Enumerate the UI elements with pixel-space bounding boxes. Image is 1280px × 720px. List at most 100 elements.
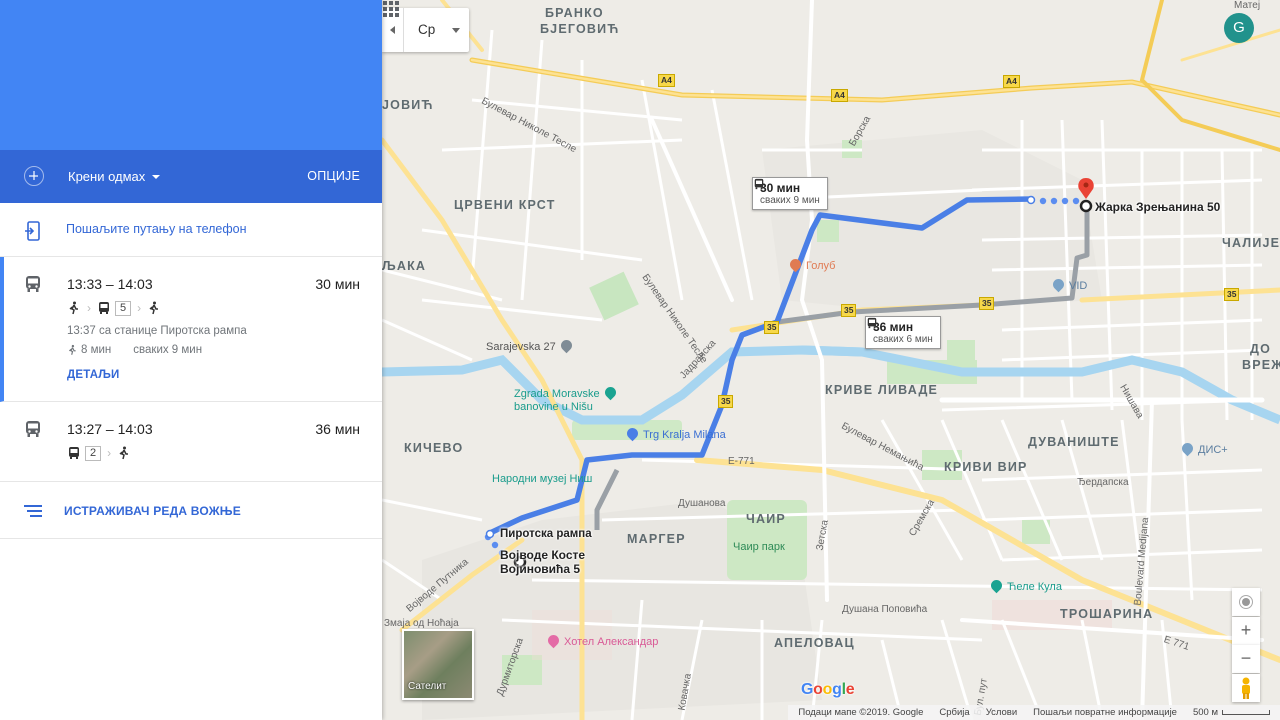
route-option-1[interactable]: 13:33 – 14:03 30 мин › 5 › 13:37 са стан…: [0, 257, 382, 402]
schedule-explorer-row[interactable]: ИСТРАЖИВАЧ РЕДА ВОЖЊЕ: [0, 482, 382, 539]
road-shield-35: 35: [764, 321, 780, 334]
zoom-in-button[interactable]: +: [1232, 617, 1260, 645]
restaurant-pin-icon: [787, 256, 804, 273]
schedule-explorer-icon: [24, 505, 42, 517]
district-label: ЦРВЕНИ КРСТ: [454, 198, 556, 212]
district-label: ДО: [1250, 342, 1272, 356]
bus-icon: [867, 317, 877, 329]
scale-bar: [1222, 710, 1270, 715]
district-label: ЧАИР: [746, 512, 786, 526]
transit-icon: [26, 276, 40, 292]
details-link[interactable]: ДЕТАЉИ: [67, 369, 120, 381]
route-time: 13:33 – 14:03: [67, 276, 153, 292]
depart-now-dropdown[interactable]: Крени одмах: [68, 169, 145, 184]
poi-sarajevska[interactable]: Sarajevska 27: [486, 337, 577, 354]
bus-icon: [754, 178, 764, 190]
add-destination-icon[interactable]: [24, 166, 44, 186]
road-shield-35: 35: [718, 395, 734, 408]
district-label: КРИВИ ВИР: [944, 460, 1028, 474]
poi-trg[interactable]: Trg Kralja Milana: [624, 425, 726, 442]
depart-bar: Крени одмах ОПЦИЈЕ: [0, 150, 382, 203]
map-canvas[interactable]: A4 A4 A4 35 35 35 35 35 БРАНКО БЈЕГОВИЋ …: [382, 0, 1280, 720]
poi-hotel[interactable]: Хотел Александар: [545, 632, 658, 649]
account-avatar[interactable]: G: [1224, 13, 1254, 43]
bus-icon: [69, 447, 79, 459]
schedule-explorer-label[interactable]: ИСТРАЖИВАЧ РЕДА ВОЖЊЕ: [64, 504, 241, 518]
bus-line-badge: 5: [115, 300, 132, 316]
walk-frequency-row: 8 мин сваких 9 мин: [67, 344, 202, 356]
map-data-credit: Подаци мапе ©2019. Google: [798, 707, 924, 718]
send-to-phone-label[interactable]: Пошаљите путању на телефон: [66, 222, 247, 236]
stop-label[interactable]: Пиротска рампа: [500, 527, 592, 541]
satellite-label: Сателит: [408, 681, 447, 692]
route-callout-2[interactable]: 36 мин сваких 6 мин: [865, 316, 941, 349]
shop-pin-icon: [1179, 440, 1196, 457]
highway-shield-a4: A4: [658, 74, 675, 87]
poi-muzej[interactable]: Народни музеј Ниш: [492, 473, 592, 485]
destination-label[interactable]: Жарка Зрењанина 50: [1095, 200, 1220, 214]
district-label: КРИВЕ ЛИВАДЕ: [825, 383, 939, 397]
district-label: ТРОШАРИНА: [1060, 607, 1154, 621]
street-label: Матеј: [1234, 0, 1261, 11]
satellite-toggle[interactable]: Сателит: [402, 629, 474, 700]
apps-grid-icon[interactable]: [382, 0, 400, 18]
street-label: Ђердапска: [1077, 477, 1129, 488]
origin-label[interactable]: Војводе Косте Војиновића 5: [500, 548, 585, 576]
zoom-out-button[interactable]: −: [1232, 645, 1260, 673]
poi-dis[interactable]: ДИС+: [1179, 440, 1228, 457]
poi-golub[interactable]: Голуб: [787, 256, 835, 273]
street-label: Душанова: [678, 498, 726, 509]
district-label: АПЕЛОВАЦ: [774, 636, 855, 650]
walk-icon: [149, 301, 159, 315]
bus-line-badge: 2: [85, 445, 102, 461]
road-shield-35: 35: [979, 297, 995, 310]
landmark-pin-icon: [988, 577, 1005, 594]
route-frequency: сваких 9 мин: [133, 344, 203, 356]
poi-cele-kula[interactable]: Ћеле Кула: [988, 577, 1062, 594]
poi-vid[interactable]: VID: [1050, 276, 1087, 293]
district-label: БЈЕГОВИЋ: [540, 22, 620, 36]
walk-icon: [69, 301, 78, 315]
map-footer: Подаци мапе ©2019. Google Србија Услови …: [382, 704, 1280, 720]
options-button[interactable]: ОПЦИЈЕ: [307, 169, 360, 183]
chevron-down-icon[interactable]: [452, 28, 460, 33]
footer-bar: Подаци мапе ©2019. Google Србија Услови …: [788, 705, 1280, 720]
street-label: Душана Поповића: [842, 604, 928, 615]
district-label: БРАНКО: [545, 6, 604, 20]
landmark-pin-icon: [602, 384, 618, 401]
directions-header: [0, 0, 382, 150]
chevron-down-icon[interactable]: [152, 175, 160, 179]
district-label: ЉАКА: [382, 259, 427, 273]
street-view-pegman[interactable]: [1232, 674, 1260, 702]
road-shield-35: 35: [1224, 288, 1240, 301]
feedback-link[interactable]: Пошаљи повратне информације: [1033, 707, 1177, 718]
hotel-pin-icon: [545, 632, 562, 649]
poi-zgrada[interactable]: Zgrada Moravske banovine u Nišu: [514, 384, 621, 414]
chevron-right-icon: ›: [137, 301, 142, 315]
country-link[interactable]: Србија: [939, 707, 969, 718]
route-callout-1[interactable]: 30 мин сваких 9 мин: [752, 177, 828, 210]
district-label: ДУВАНИШТЕ: [1028, 435, 1120, 449]
street-label: Змаја од Ноћаја: [384, 618, 459, 629]
terms-link[interactable]: Услови: [986, 707, 1017, 718]
bus-icon: [99, 302, 109, 314]
send-to-phone-row[interactable]: Пошаљите путању на телефон: [0, 203, 382, 257]
poi-cair-park[interactable]: Чаир парк: [733, 541, 785, 553]
scale-indicator[interactable]: 500 м: [1193, 707, 1270, 718]
route-steps: › 5 ›: [67, 300, 161, 316]
pegman-icon: [1242, 677, 1250, 699]
chevron-right-icon: ›: [107, 446, 112, 460]
departure-station-text: 13:37 са станице Пиротска рампа: [67, 325, 247, 337]
route-option-2[interactable]: 13:27 – 14:03 36 мин 2 ›: [0, 402, 382, 482]
district-label: ЈОВИЋ: [382, 98, 434, 112]
directions-panel: Крени одмах ОПЦИЈЕ Пошаљите путању на те…: [0, 0, 382, 720]
district-label: КИЧЕВО: [404, 441, 464, 455]
highway-shield-a4: A4: [1003, 75, 1020, 88]
my-location-button[interactable]: [1232, 588, 1260, 616]
route-duration: 36 мин: [315, 421, 360, 437]
district-label: ЧАЛИЈЕ: [1222, 236, 1280, 250]
language-select[interactable]: Ср: [418, 22, 435, 37]
route-time: 13:27 – 14:03: [67, 421, 153, 437]
walk-icon: [68, 344, 76, 355]
send-to-phone-icon: [25, 221, 40, 241]
